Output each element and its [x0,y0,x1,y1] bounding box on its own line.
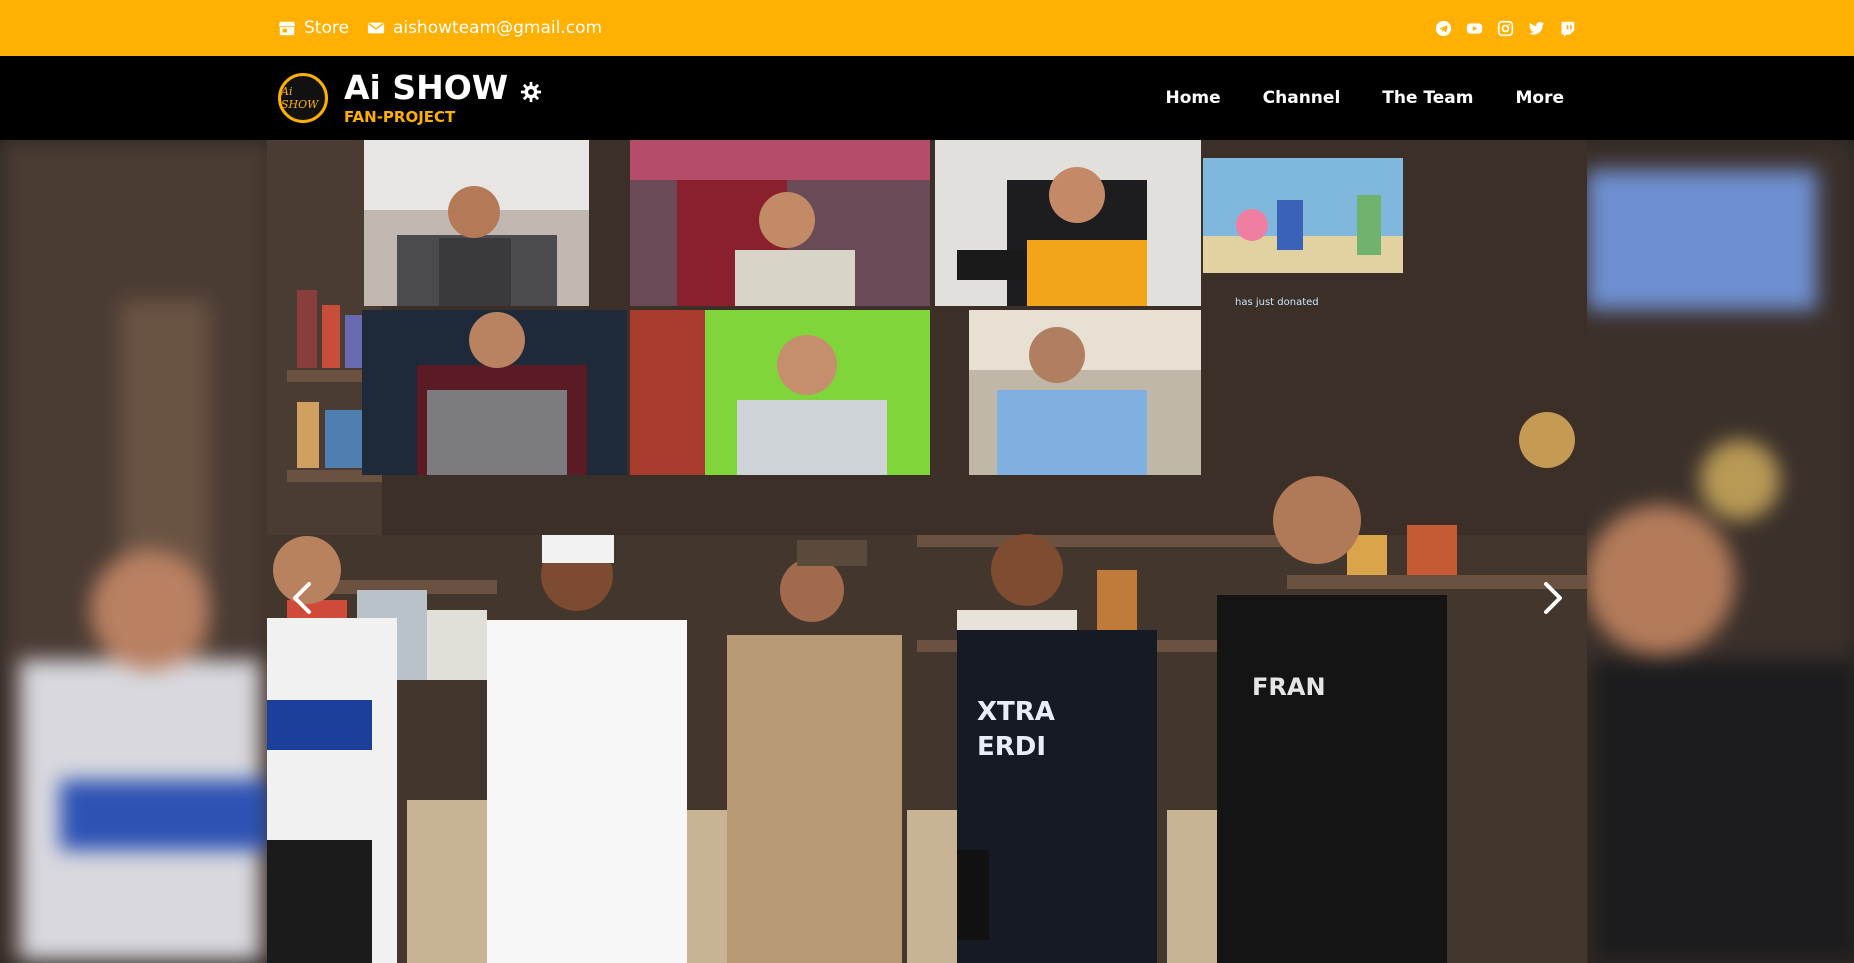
twitch-icon[interactable] [1559,20,1576,37]
logo-text: Ai SHOW [281,85,319,111]
main-nav: Home Channel The Team More [1166,88,1565,108]
brand-title: Ai SHOW [344,68,509,107]
store-icon [278,21,296,36]
brand[interactable]: Ai SHOW Ai SHOW FAN-PROJECT [278,70,542,126]
theme-toggle-icon[interactable] [520,81,542,103]
store-label: Store [304,18,349,38]
nav-home[interactable]: Home [1166,88,1221,108]
email-text: aishowteam@gmail.com [392,18,603,38]
donation-overlay: has just donated [1235,297,1319,308]
envelope-icon [367,22,385,34]
carousel-slide-image: has just donated XTRA ERDI FRAN [267,140,1587,963]
carousel-prev-arrow[interactable] [287,578,317,618]
svg-text:FRAN: FRAN [1252,673,1326,701]
nav-the-team[interactable]: The Team [1382,88,1473,108]
email-link[interactable]: aishowteam@gmail.com [367,18,602,38]
carousel-next-arrow[interactable] [1538,578,1568,618]
brand-logo[interactable]: Ai SHOW [278,73,328,123]
nav-more[interactable]: More [1515,88,1564,108]
top-bar: Store aishowteam@gmail.com [0,0,1854,56]
youtube-icon[interactable] [1466,20,1483,37]
main-navbar: Ai SHOW Ai SHOW FAN-PROJECT Home Channel… [0,56,1854,140]
nav-channel[interactable]: Channel [1263,88,1341,108]
svg-text:ERDI: ERDI [977,732,1046,762]
instagram-icon[interactable] [1497,20,1514,37]
brand-subtitle: FAN-PROJECT [344,108,456,126]
twitter-icon[interactable] [1528,20,1545,37]
store-link[interactable]: Store [278,18,349,38]
svg-text:XTRA: XTRA [977,697,1055,727]
telegram-icon[interactable] [1435,20,1452,37]
hero-carousel: has just donated XTRA ERDI FRAN [0,140,1854,963]
